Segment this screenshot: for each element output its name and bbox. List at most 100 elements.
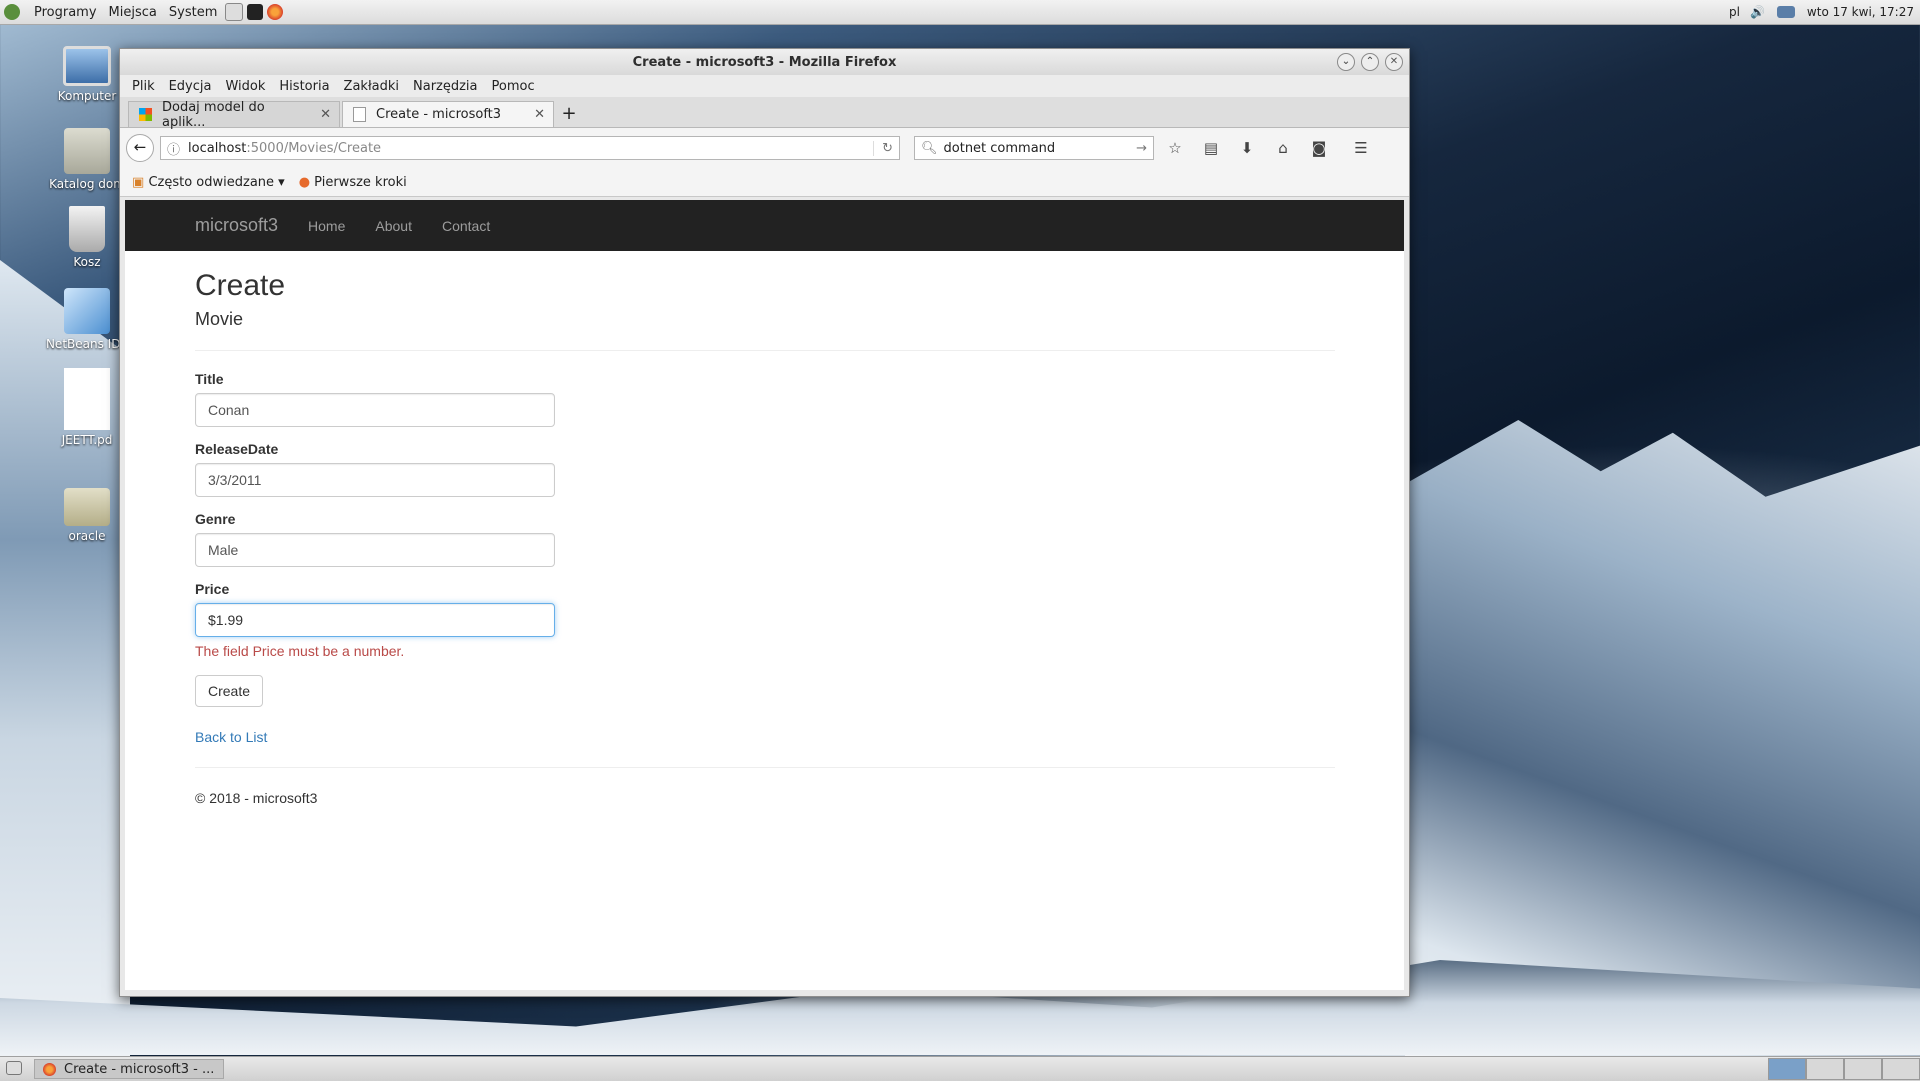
downloads-icon[interactable]: ⬇ xyxy=(1232,139,1262,157)
maximize-button[interactable]: ⌃ xyxy=(1361,53,1379,71)
price-field-group: Price $1.99 The field Price must be a nu… xyxy=(195,581,1335,659)
bookmarks-toolbar: ▣ Często odwiedzane ▾ ● Pierwsze kroki xyxy=(120,168,1409,197)
search-input[interactable]: dotnet command xyxy=(944,141,1056,156)
clock[interactable]: wto 17 kwi, 17:27 xyxy=(1807,5,1914,19)
netbeans-icon xyxy=(64,288,110,334)
distro-logo-icon[interactable] xyxy=(4,4,20,20)
title-input[interactable]: Conan xyxy=(195,393,555,427)
tab-create-microsoft3[interactable]: Create - microsoft3 ✕ xyxy=(342,101,554,127)
menu-widok[interactable]: Widok xyxy=(225,79,265,94)
network-icon[interactable] xyxy=(1776,6,1795,18)
price-label: Price xyxy=(195,581,230,597)
url-path: :5000/Movies/Create xyxy=(246,140,382,156)
main-container: Create Movie Title Conan ReleaseDate 3/3… xyxy=(195,269,1335,806)
microsoft-favicon-icon xyxy=(139,108,152,121)
page-favicon-icon xyxy=(353,107,366,122)
close-tab-icon[interactable]: ✕ xyxy=(534,107,545,122)
taskbar-item-firefox[interactable]: Create - microsoft3 - ... xyxy=(34,1059,224,1079)
page-title: Create xyxy=(195,269,286,302)
window-title: Create - microsoft3 - Mozilla Firefox xyxy=(632,54,897,70)
nav-contact-link[interactable]: Contact xyxy=(442,218,490,234)
workspace-2[interactable] xyxy=(1806,1058,1844,1080)
firefox-favicon-icon: ● xyxy=(298,174,311,190)
home-icon[interactable]: ⌂ xyxy=(1268,139,1298,157)
divider xyxy=(195,350,1335,351)
computer-icon xyxy=(63,46,111,86)
hamburger-menu-icon[interactable]: ☰ xyxy=(1346,139,1376,157)
nav-home-link[interactable]: Home xyxy=(308,218,345,234)
workspace-4[interactable] xyxy=(1882,1058,1920,1080)
genre-input[interactable]: Male xyxy=(195,533,555,567)
page-subtitle: Movie xyxy=(195,309,244,329)
price-validation-error: The field Price must be a number. xyxy=(195,643,405,659)
firefox-launcher-icon[interactable] xyxy=(267,4,284,20)
keyboard-layout[interactable]: pl xyxy=(1729,5,1740,19)
tab-dodaj-model[interactable]: Dodaj model do aplik... ✕ xyxy=(128,99,340,130)
folder-icon xyxy=(64,488,110,526)
site-brand-link[interactable]: microsoft3 xyxy=(195,215,278,236)
reload-icon[interactable]: ↻ xyxy=(873,140,893,156)
back-to-list-link[interactable]: Back to List xyxy=(195,729,1335,745)
workspace-3[interactable] xyxy=(1844,1058,1882,1080)
top-panel: Programy Miejsca System pl 🔊 wto 17 kwi,… xyxy=(0,0,1920,25)
pocket-icon[interactable]: ◙ xyxy=(1304,139,1334,157)
terminal-launcher-icon[interactable] xyxy=(247,4,264,20)
bookmark-star-icon[interactable]: ☆ xyxy=(1160,139,1190,157)
tab-strip: Dodaj model do aplik... ✕ Create - micro… xyxy=(120,97,1409,130)
nav-toolbar: ← ⓘ localhost :5000/Movies/Create ↻ 🔍︎ d… xyxy=(120,128,1409,168)
menu-zakladki[interactable]: Zakładki xyxy=(344,79,399,94)
search-icon: 🔍︎ xyxy=(921,140,938,156)
close-tab-icon[interactable]: ✕ xyxy=(320,107,331,122)
title-field-group: Title Conan xyxy=(195,371,1335,427)
bookmark-most-visited[interactable]: ▣ Często odwiedzane ▾ xyxy=(132,175,285,190)
folder-icon: ▣ xyxy=(132,174,145,190)
releasedate-field-group: ReleaseDate 3/3/2011 xyxy=(195,441,1335,497)
nav-about-link[interactable]: About xyxy=(375,218,412,234)
tab-label: Create - microsoft3 xyxy=(376,107,502,122)
new-tab-button[interactable]: + xyxy=(556,101,582,127)
trash-icon xyxy=(69,206,105,252)
menu-pomoc[interactable]: Pomoc xyxy=(492,79,535,94)
search-bar[interactable]: 🔍︎ dotnet command → xyxy=(914,136,1154,160)
menu-miejsca[interactable]: Miejsca xyxy=(103,5,163,20)
menubar: Plik Edycja Widok Historia Zakładki Narz… xyxy=(120,75,1409,97)
close-window-button[interactable]: ✕ xyxy=(1385,53,1403,71)
firefox-window: Create - microsoft3 - Mozilla Firefox ⌄ … xyxy=(119,48,1410,997)
info-icon[interactable]: ⓘ xyxy=(167,139,180,158)
show-desktop-icon[interactable] xyxy=(6,1061,22,1075)
url-bar[interactable]: ⓘ localhost :5000/Movies/Create ↻ xyxy=(160,136,900,160)
site-navbar: microsoft3 Home About Contact xyxy=(125,200,1404,251)
menu-historia[interactable]: Historia xyxy=(279,79,329,94)
volume-icon[interactable]: 🔊 xyxy=(1750,5,1765,19)
menu-edycja[interactable]: Edycja xyxy=(169,79,212,94)
minimize-button[interactable]: ⌄ xyxy=(1337,53,1355,71)
menu-programy[interactable]: Programy xyxy=(28,5,103,20)
back-button[interactable]: ← xyxy=(126,134,154,162)
tab-label: Dodaj model do aplik... xyxy=(161,99,265,130)
firefox-icon xyxy=(43,1062,56,1076)
page-content: microsoft3 Home About Contact Create Mov… xyxy=(125,200,1404,990)
pdf-document-icon xyxy=(64,368,110,430)
price-input[interactable]: $1.99 xyxy=(195,603,555,637)
workspace-switcher xyxy=(1768,1058,1920,1080)
menu-narzedzia[interactable]: Narzędzia xyxy=(413,79,478,94)
text-editor-launcher-icon[interactable] xyxy=(225,3,244,21)
create-button[interactable]: Create xyxy=(195,675,264,707)
search-go-icon[interactable]: → xyxy=(1136,141,1147,156)
url-host: localhost xyxy=(188,140,247,156)
menu-system[interactable]: System xyxy=(163,5,223,20)
releasedate-input[interactable]: 3/3/2011 xyxy=(195,463,555,497)
bookmarks-menu-icon[interactable]: ▤ xyxy=(1196,139,1226,157)
menu-plik[interactable]: Plik xyxy=(132,79,155,94)
window-titlebar[interactable]: Create - microsoft3 - Mozilla Firefox ⌄ … xyxy=(120,49,1409,75)
bottom-panel: Create - microsoft3 - ... xyxy=(0,1056,1920,1081)
home-folder-icon xyxy=(64,128,110,174)
title-label: Title xyxy=(195,371,224,387)
genre-field-group: Genre Male xyxy=(195,511,1335,567)
taskbar-item-label: Create - microsoft3 - ... xyxy=(64,1061,215,1077)
site-footer: © 2018 - microsoft3 xyxy=(195,767,1335,806)
genre-label: Genre xyxy=(195,511,236,527)
releasedate-label: ReleaseDate xyxy=(195,441,279,457)
bookmark-getting-started[interactable]: ● Pierwsze kroki xyxy=(299,175,407,190)
workspace-1[interactable] xyxy=(1768,1058,1806,1080)
